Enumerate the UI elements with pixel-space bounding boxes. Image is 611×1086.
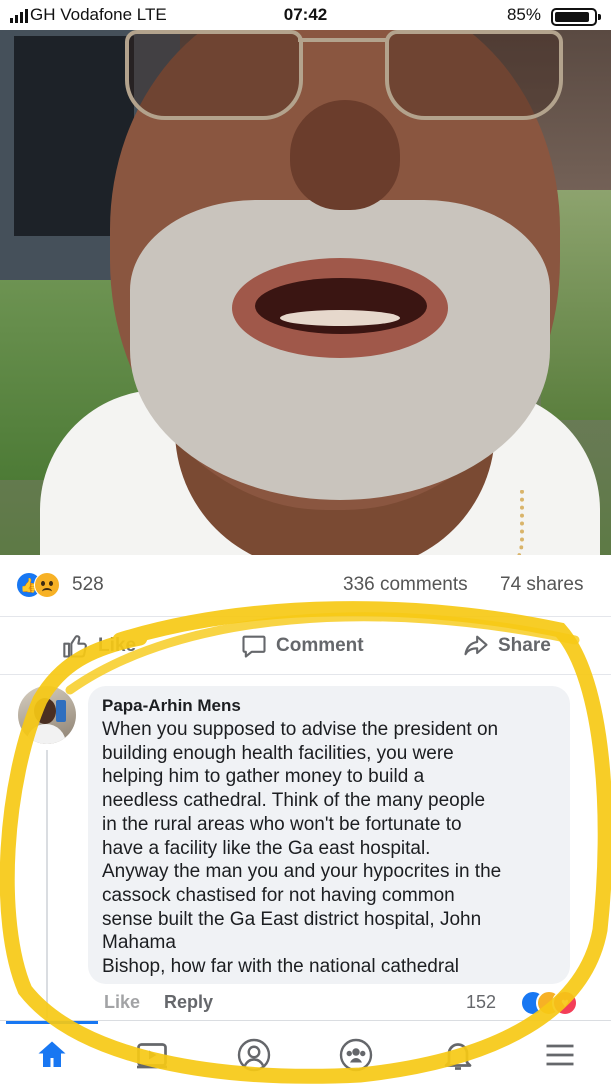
- battery-percent: 85%: [506, 5, 541, 24]
- sad-reaction-icon: [34, 572, 60, 598]
- like-label: Like: [98, 635, 137, 656]
- comment-bubble-icon: [242, 635, 266, 658]
- comment-bubble: Papa-Arhin Mens When you supposed to adv…: [88, 686, 570, 984]
- comment-reaction-icons: ♥: [520, 990, 580, 1016]
- reaction-count[interactable]: 528: [72, 574, 104, 596]
- notifications-icon[interactable]: [438, 1035, 478, 1075]
- comment-author[interactable]: Papa-Arhin Mens: [102, 696, 556, 716]
- comment-count-link[interactable]: 336 comments: [343, 574, 468, 596]
- comment-label: Comment: [276, 635, 364, 656]
- thumbs-up-icon: [63, 635, 87, 658]
- comment-button[interactable]: Comment: [240, 632, 364, 660]
- groups-icon[interactable]: [336, 1035, 376, 1075]
- comment-like-link[interactable]: Like: [104, 992, 140, 1013]
- avatar[interactable]: [18, 686, 76, 744]
- comment-reaction-count[interactable]: 152: [466, 992, 496, 1013]
- bottom-navigation: [0, 1020, 611, 1086]
- reaction-icons: 👍: [16, 572, 72, 598]
- profile-icon[interactable]: [234, 1035, 274, 1075]
- share-count-link[interactable]: 74 shares: [500, 574, 583, 596]
- love-reaction-icon: ♥: [552, 990, 578, 1016]
- thread-line: [46, 750, 48, 1018]
- menu-icon[interactable]: [540, 1035, 580, 1075]
- comment-reply-link[interactable]: Reply: [164, 992, 213, 1013]
- reaction-summary[interactable]: 👍 528 336 comments 74 shares: [0, 556, 611, 617]
- video-player[interactable]: [0, 30, 611, 555]
- status-bar: GH Vodafone LTE 07:42 85%: [0, 0, 611, 30]
- share-button[interactable]: Share: [462, 632, 551, 660]
- battery-icon: [551, 8, 601, 26]
- share-arrow-icon: [464, 635, 488, 656]
- share-label: Share: [498, 635, 551, 656]
- post-action-bar: Like Comment Share: [0, 618, 611, 675]
- comment-actions: Like Reply: [104, 992, 213, 1013]
- like-button[interactable]: Like: [62, 632, 136, 660]
- watch-icon[interactable]: [132, 1035, 172, 1075]
- active-tab-indicator: [6, 1021, 98, 1024]
- home-icon[interactable]: [32, 1035, 72, 1075]
- comment-text: When you supposed to advise the presiden…: [102, 719, 502, 978]
